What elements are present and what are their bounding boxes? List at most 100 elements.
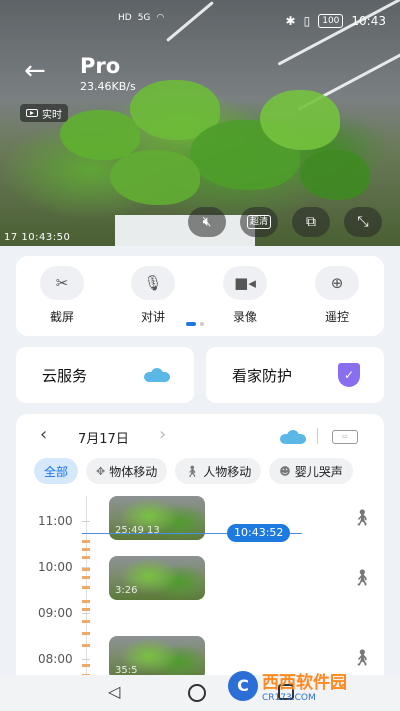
hd-icon: HD: [118, 13, 132, 23]
nav-home-icon[interactable]: [188, 684, 206, 702]
bitrate-label: 23.46KB/s: [80, 80, 136, 93]
recording-segment: [82, 540, 90, 543]
clip-thumbnail[interactable]: 35:5: [109, 636, 205, 680]
wifi-icon: ◠: [156, 13, 165, 23]
time-label: 08:00: [38, 652, 73, 666]
home-security-card[interactable]: 看家防护 ✓: [206, 347, 384, 403]
planter: [115, 215, 255, 246]
plant-leaf: [110, 150, 200, 205]
signal-icon: 5G: [137, 13, 151, 23]
timeline-tick: [82, 567, 90, 568]
screenshot-icon: ✂: [40, 266, 84, 300]
cloud-service-card[interactable]: 云服务: [16, 347, 194, 403]
timeline-tick: [82, 613, 90, 614]
cloud-service-label: 云服务: [42, 366, 88, 385]
shield-check-icon: ✓: [338, 363, 360, 387]
vibrate-icon: ▯: [303, 14, 311, 28]
clip-caption: 25:49 13: [115, 525, 160, 536]
mute-button[interactable]: 🔇︎: [188, 207, 226, 237]
baby-icon: ☻: [279, 464, 291, 478]
filter-baby-cry[interactable]: ☻ 婴儿哭声: [269, 458, 353, 484]
filter-label: 人物移动: [203, 464, 252, 479]
person-walk-icon: 🚶︎: [352, 648, 373, 667]
microphone-icon: 🎙︎: [131, 266, 175, 300]
record-button[interactable]: ■◂ 录像: [215, 266, 275, 325]
quality-button[interactable]: 超清: [240, 207, 278, 237]
chevron-right-icon[interactable]: ›: [159, 424, 166, 445]
timeline-tick: [82, 521, 90, 522]
screenshot-label: 截屏: [49, 310, 74, 324]
intercom-button[interactable]: 🎙︎ 对讲: [123, 266, 183, 325]
clip-caption: 3:26: [115, 585, 138, 596]
page-dot: [200, 322, 204, 326]
person-walk-icon: 🚶︎: [352, 568, 373, 587]
intercom-label: 对讲: [140, 310, 165, 324]
fullscreen-button[interactable]: ⤡: [344, 207, 382, 237]
recording-segment: [82, 600, 90, 603]
pip-button[interactable]: ⧉: [292, 207, 330, 237]
picture-in-picture-icon: ⧉: [306, 214, 316, 230]
recording-segment: [82, 632, 90, 635]
watermark-sub: CR173.COM: [262, 693, 316, 703]
recording-segment: [82, 556, 90, 559]
chevron-left-icon[interactable]: ‹: [40, 424, 47, 445]
recording-segment: [82, 620, 90, 623]
live-label: 实时: [42, 109, 62, 121]
plant-leaf: [260, 90, 340, 150]
video-record-icon: ■◂: [223, 266, 267, 300]
recording-segment: [82, 548, 90, 551]
remote-control-button[interactable]: ⊕ 遥控: [307, 266, 367, 325]
filter-label: 物体移动: [109, 464, 158, 479]
move-icon: ✥: [96, 464, 106, 478]
speaker-mute-icon: 🔇︎: [202, 214, 212, 230]
cloud-storage-icon[interactable]: [280, 430, 306, 444]
recording-segment: [82, 576, 90, 579]
page-dot-active: [186, 322, 196, 326]
date-label[interactable]: 7月17日: [78, 428, 129, 447]
status-bar: HD 5G ◠ ✱ ▯ 100 10:43: [0, 0, 400, 44]
filter-object-motion[interactable]: ✥ 物体移动: [86, 458, 168, 484]
nav-back-icon[interactable]: ◁: [108, 682, 120, 701]
person-walk-icon: 🚶︎: [185, 464, 200, 478]
recording-segment: [82, 664, 90, 667]
quality-label: 超清: [246, 215, 271, 229]
home-security-label: 看家防护: [232, 366, 293, 385]
cloud-icon: [144, 368, 170, 382]
clock: 10:43: [351, 14, 386, 28]
fullscreen-icon: ⤡: [357, 214, 369, 230]
clip-thumbnail[interactable]: 3:26: [109, 556, 205, 600]
current-time-badge: 10:43:52: [227, 524, 291, 542]
timeline-tick: [82, 659, 90, 660]
recording-segment: [82, 568, 90, 571]
person-walk-icon: 🚶︎: [352, 508, 373, 527]
time-label: 10:00: [38, 560, 73, 574]
remote-control-icon: ⊕: [315, 266, 359, 300]
date-selector: ‹ 7月17日 › ▭: [16, 424, 384, 450]
video-timestamp: 17 10:43:50: [4, 232, 71, 243]
record-label: 录像: [232, 310, 257, 324]
screenshot-button[interactable]: ✂ 截屏: [32, 266, 92, 325]
device-title: Pro: [80, 54, 121, 78]
filter-all[interactable]: 全部: [34, 458, 79, 484]
recording-segment: [82, 644, 90, 647]
live-video[interactable]: HD 5G ◠ ✱ ▯ 100 10:43 ← Pro 23.46KB/s 实时…: [0, 0, 400, 246]
plant-leaf: [300, 150, 370, 200]
watermark-text: 西西软件园: [262, 673, 347, 693]
time-label: 09:00: [38, 606, 73, 620]
watermark-logo: C: [228, 670, 258, 701]
back-arrow-icon[interactable]: ←: [24, 56, 54, 86]
sd-card-icon[interactable]: ▭: [332, 430, 358, 444]
remote-control-label: 遥控: [324, 310, 349, 324]
filter-person-motion[interactable]: 🚶︎ 人物移动: [175, 458, 262, 484]
plant-leaf: [60, 110, 140, 160]
camera-icon: [26, 109, 38, 117]
divider: [317, 428, 318, 444]
watermark: C 西西软件园 CR173.COM: [228, 668, 347, 703]
bluetooth-icon: ✱: [285, 14, 296, 28]
live-badge: 实时: [20, 104, 68, 122]
playback-panel: ‹ 7月17日 › ▭ 全部 ✥ 物体移动 🚶︎ 人物移动 ☻ 婴儿哭声 11:…: [16, 414, 384, 711]
event-filter-row: 全部 ✥ 物体移动 🚶︎ 人物移动 ☻ 婴儿哭声: [34, 458, 353, 484]
recording-segment: [82, 608, 90, 611]
time-label: 11:00: [38, 514, 73, 528]
page-indicator: [186, 322, 204, 326]
